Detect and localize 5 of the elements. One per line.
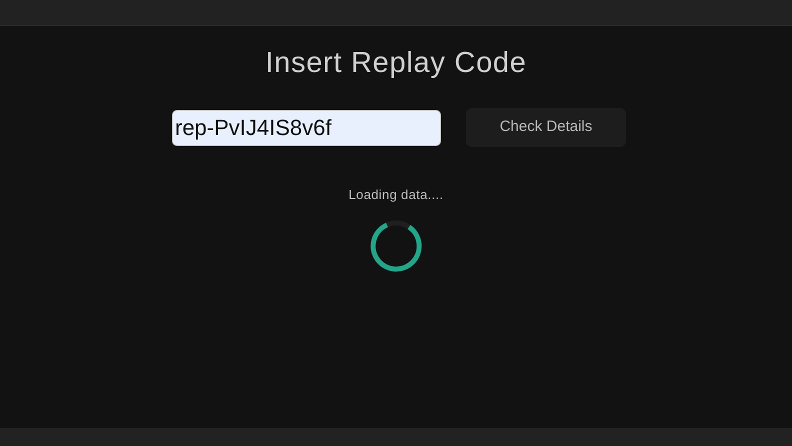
replay-code-field[interactable]: rep-PvIJ4IS8v6f (172, 110, 441, 146)
page-title: Insert Replay Code (265, 46, 527, 81)
check-details-button[interactable]: Check Details (466, 108, 626, 147)
loading-spinner-icon (369, 218, 423, 272)
loading-text: Loading data.... (348, 186, 444, 204)
